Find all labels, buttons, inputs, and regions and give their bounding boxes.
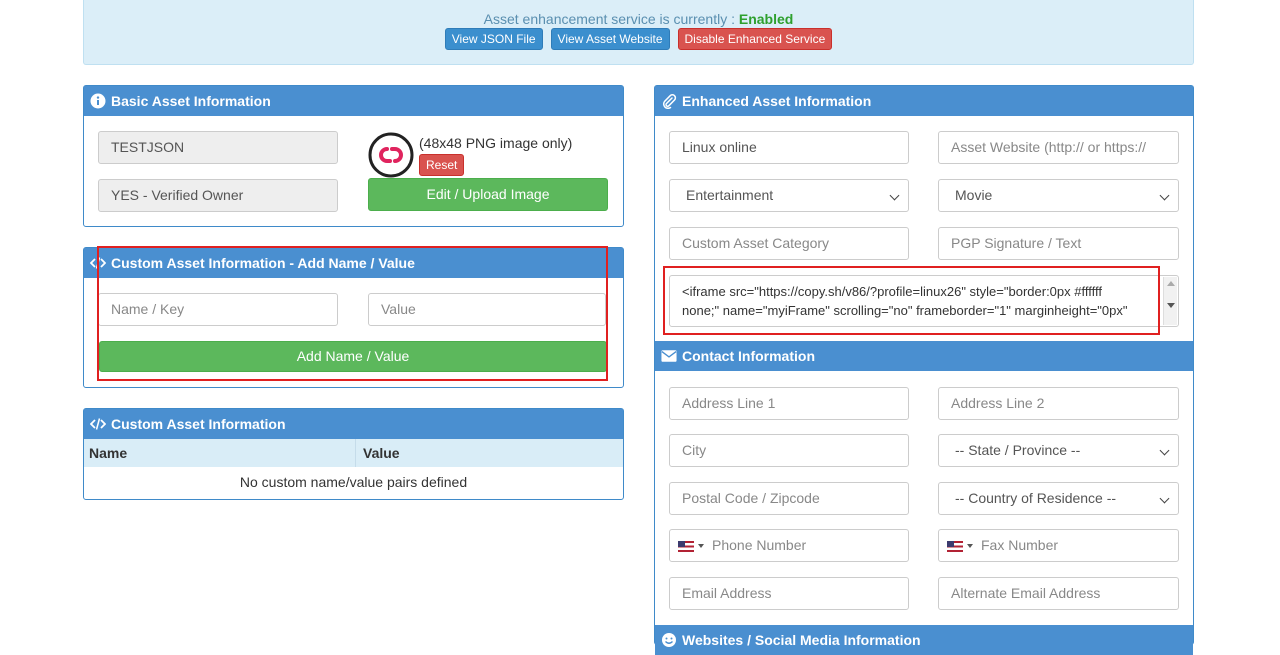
phone-number-input[interactable]: Phone Number: [669, 529, 909, 562]
contact-title: Contact Information: [682, 348, 815, 364]
column-name-header: Name: [89, 445, 128, 461]
service-status-text: Asset enhancement service is currently :…: [84, 11, 1193, 27]
fax-placeholder: Fax Number: [981, 537, 1059, 553]
column-value-header: Value: [363, 445, 400, 461]
asset-logo-image: [368, 132, 414, 178]
custom-table-panel: Custom Asset Information Name Value No c…: [83, 408, 624, 500]
custom-table-title: Custom Asset Information: [111, 416, 286, 432]
custom-category-input[interactable]: Custom Asset Category: [669, 227, 909, 260]
code-icon: [90, 255, 106, 271]
postal-code-input[interactable]: Postal Code / Zipcode: [669, 482, 909, 515]
upload-image-button[interactable]: Edit / Upload Image: [368, 178, 608, 211]
email-input[interactable]: Email Address: [669, 577, 909, 610]
state-select[interactable]: -- State / Province --: [938, 434, 1179, 467]
alternate-email-input[interactable]: Alternate Email Address: [938, 577, 1179, 610]
address-line-1-input[interactable]: Address Line 1: [669, 387, 909, 420]
image-size-hint: (48x48 PNG image only): [419, 135, 573, 151]
custom-value-input[interactable]: Value: [368, 293, 606, 326]
basic-asset-title: Basic Asset Information: [111, 93, 271, 109]
table-header: Name Value: [84, 439, 623, 467]
add-name-value-button[interactable]: Add Name / Value: [99, 341, 607, 372]
websites-title: Websites / Social Media Information: [682, 632, 921, 648]
view-json-button[interactable]: View JSON File: [444, 28, 543, 50]
status-prefix: Asset enhancement service is currently :: [483, 11, 735, 27]
reset-image-button[interactable]: Reset: [419, 154, 465, 176]
websites-heading: Websites / Social Media Information: [655, 625, 1193, 655]
chevron-down-icon[interactable]: [698, 544, 704, 549]
textarea-scrollbar[interactable]: [1163, 277, 1177, 325]
chevron-down-icon[interactable]: [967, 544, 973, 549]
embed-code-line-1: <iframe src="https://copy.sh/v86/?profil…: [682, 284, 1102, 299]
smile-icon: [661, 632, 677, 648]
paperclip-icon: [661, 93, 677, 109]
code-icon: [90, 416, 106, 432]
asset-website-input[interactable]: Asset Website (http:// or https://: [938, 131, 1179, 164]
envelope-icon: [661, 348, 677, 364]
city-input[interactable]: City: [669, 434, 909, 467]
status-value: Enabled: [738, 11, 794, 27]
service-status-banner: Asset enhancement service is currently :…: [83, 0, 1194, 65]
embed-code-textarea[interactable]: <iframe src="https://copy.sh/v86/?profil…: [669, 275, 1179, 327]
contact-heading: Contact Information: [655, 341, 1193, 371]
subcategory-select[interactable]: Movie: [938, 179, 1179, 212]
custom-add-heading: Custom Asset Information - Add Name / Va…: [84, 248, 623, 278]
country-select[interactable]: -- Country of Residence --: [938, 482, 1179, 515]
asset-name-field[interactable]: TESTJSON: [98, 131, 338, 164]
pgp-signature-input[interactable]: PGP Signature / Text: [938, 227, 1179, 260]
view-asset-website-button[interactable]: View Asset Website: [550, 28, 670, 50]
custom-add-panel: Custom Asset Information - Add Name / Va…: [83, 247, 624, 388]
category-select[interactable]: Entertainment: [669, 179, 909, 212]
phone-placeholder: Phone Number: [712, 537, 807, 553]
enhanced-asset-title: Enhanced Asset Information: [682, 93, 872, 109]
enhanced-asset-heading: Enhanced Asset Information: [655, 86, 1193, 116]
custom-name-input[interactable]: Name / Key: [98, 293, 338, 326]
basic-asset-panel: Basic Asset Information TESTJSON YES - V…: [83, 85, 624, 227]
embed-code-line-2: none;" name="myiFrame" scrolling="no" fr…: [682, 303, 1128, 318]
custom-table-heading: Custom Asset Information: [84, 409, 623, 439]
custom-add-title: Custom Asset Information - Add Name / Va…: [111, 255, 415, 271]
scroll-down-icon[interactable]: [1167, 303, 1175, 308]
disable-enhanced-service-button[interactable]: Disable Enhanced Service: [677, 28, 833, 50]
address-line-2-input[interactable]: Address Line 2: [938, 387, 1179, 420]
info-icon: [90, 93, 106, 109]
basic-asset-heading: Basic Asset Information: [84, 86, 623, 116]
us-flag-icon[interactable]: [678, 540, 694, 552]
owner-status-field[interactable]: YES - Verified Owner: [98, 179, 338, 212]
enhanced-asset-panel: Enhanced Asset Information Linux online …: [654, 85, 1194, 655]
scroll-up-icon[interactable]: [1167, 281, 1175, 286]
us-flag-icon[interactable]: [947, 540, 963, 552]
display-name-input[interactable]: Linux online: [669, 131, 909, 164]
table-empty-message: No custom name/value pairs defined: [239, 474, 468, 490]
fax-number-input[interactable]: Fax Number: [938, 529, 1179, 562]
